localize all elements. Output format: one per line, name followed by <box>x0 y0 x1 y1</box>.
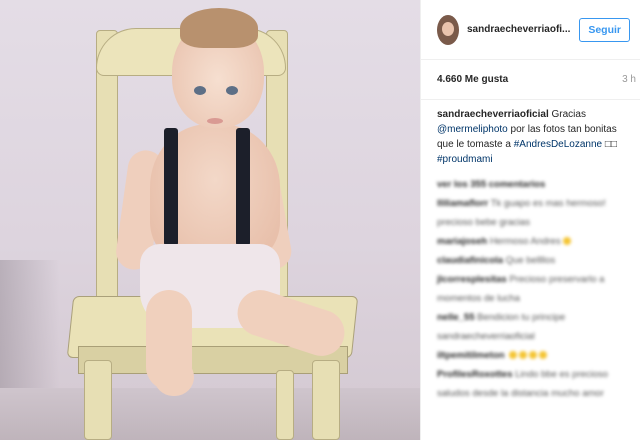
post-side-panel: sandraecheverriaofi... Seguir 4.660 Me g… <box>420 0 640 440</box>
chair-leg-front-right <box>312 360 340 440</box>
post-header: sandraecheverriaofi... Seguir <box>421 0 640 60</box>
suspender-left <box>164 128 178 246</box>
comment-row[interactable]: saludos desde la distancia mucho amor <box>437 387 634 401</box>
baby-foot-left <box>154 358 194 396</box>
emoji-icon <box>509 351 518 360</box>
profile-avatar-icon[interactable] <box>437 14 459 45</box>
comment-row[interactable]: mariajoseh Hermoso Andres <box>437 235 634 249</box>
emoji-icon <box>519 351 528 360</box>
emoji-icon <box>529 351 538 360</box>
comment-row[interactable]: nelle_55 Bendicion tu principe <box>437 311 634 325</box>
chair-leg-back-right <box>276 370 294 440</box>
caption-hashtag-andres[interactable]: #AndresDeLozanne <box>514 139 602 150</box>
emoji-icon <box>539 351 548 360</box>
comment-row[interactable]: ver los 355 comentarios <box>437 178 634 192</box>
follow-button[interactable]: Seguir <box>579 17 630 42</box>
comment-row[interactable]: ProfilesRoxottes Lindo bbe es precioso <box>437 368 634 382</box>
caption-author[interactable]: sandraecheverriaoficial <box>437 109 549 120</box>
suspender-right <box>236 128 250 246</box>
caption-emoji: □□ <box>604 139 617 150</box>
caption-mention[interactable]: @mermeliphoto <box>437 124 508 135</box>
comment-row[interactable]: lliliamaflorr Tk guapo es mas hermoso! <box>437 197 634 211</box>
comment-row[interactable]: jlcorresplesitas Precioso preservarlo a <box>437 273 634 287</box>
emoji-icon <box>562 237 571 246</box>
post-photo[interactable] <box>0 0 420 440</box>
comment-row[interactable]: momentos de lucha <box>437 292 634 306</box>
baby-eye-right <box>226 86 238 95</box>
comment-list: ver los 355 comentarios lliliamaflorr Tk… <box>421 167 640 401</box>
baby-eye-left <box>194 86 206 95</box>
comment-row[interactable]: precioso bebe gracias <box>437 216 634 230</box>
comment-row[interactable]: sandraecheverriaoficial <box>437 330 634 344</box>
caption-text-1: Gracias <box>551 109 586 120</box>
baby-mouth <box>207 118 223 124</box>
baby-hair <box>180 8 258 48</box>
like-count[interactable]: 4.660 Me gusta <box>437 74 508 85</box>
post-time[interactable]: 3 h <box>622 74 636 85</box>
chair-leg-front-left <box>84 360 112 440</box>
caption-hashtag-proudmami[interactable]: #proudmami <box>437 154 493 165</box>
floor <box>0 388 420 440</box>
post-stats: 4.660 Me gusta 3 h <box>421 60 640 100</box>
wall-stain <box>0 260 60 400</box>
post-caption: sandraecheverriaoficial Gracias @mermeli… <box>421 100 640 167</box>
post-username[interactable]: sandraecheverriaofi... <box>467 24 579 35</box>
comment-row[interactable]: claudiafinicola Que bellllos <box>437 254 634 268</box>
comment-row[interactable]: iltpemitilmeton <box>437 349 634 363</box>
